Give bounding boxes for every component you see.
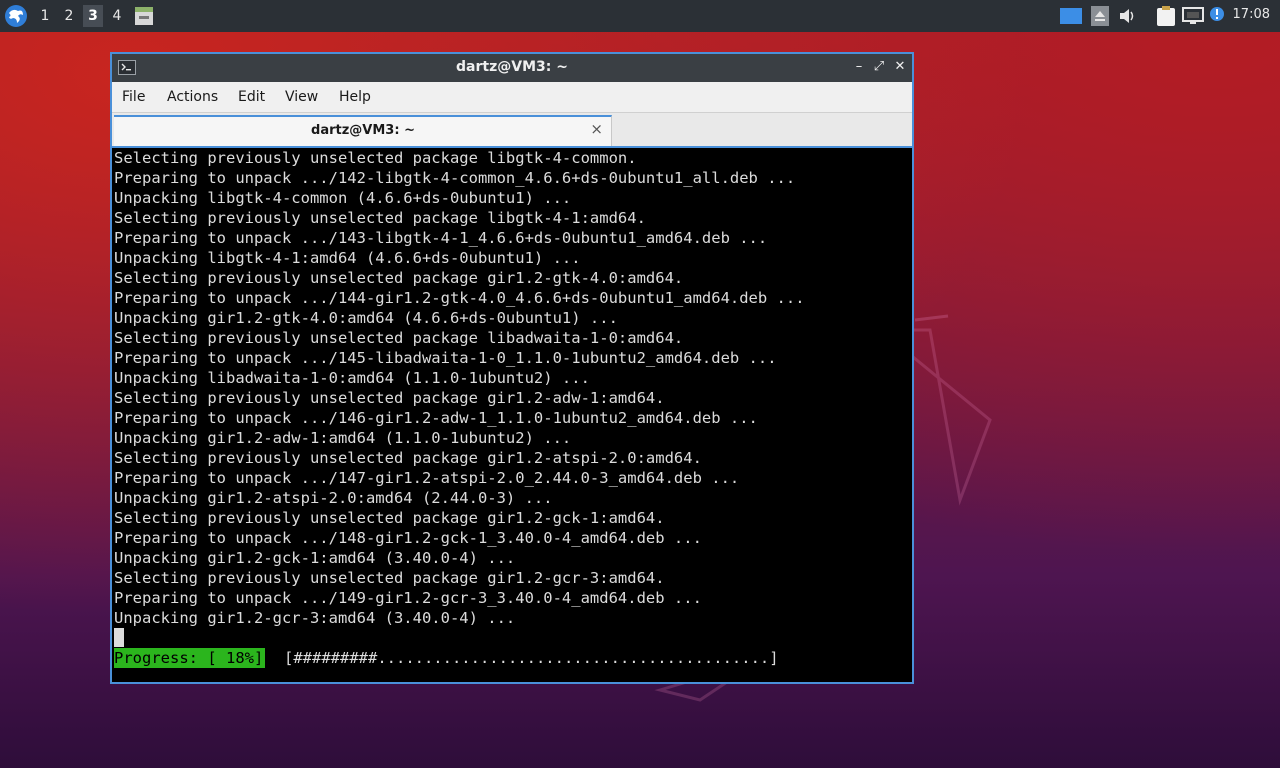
window-titlebar[interactable]: dartz@VM3: ~ – ⤢ ✕ (112, 54, 912, 82)
menu-edit[interactable]: Edit (238, 89, 265, 105)
terminal-line: Preparing to unpack .../144-gir1.2-gtk-4… (114, 289, 805, 307)
window-title: dartz@VM3: ~ (456, 59, 568, 75)
terminal-line: Selecting previously unselected package … (114, 389, 665, 407)
terminal-line: Preparing to unpack .../143-libgtk-4-1_4… (114, 229, 768, 247)
workspace-2[interactable]: 2 (59, 5, 79, 27)
terminal-line: Selecting previously unselected package … (114, 509, 665, 527)
terminal-line: Unpacking gir1.2-adw-1:amd64 (1.1.0-1ubu… (114, 429, 572, 447)
terminal-line: Selecting previously unselected package … (114, 329, 684, 347)
terminal-line: Selecting previously unselected package … (114, 209, 646, 227)
panel-clock[interactable]: 17:08 (1233, 7, 1270, 22)
progress-bar: [#########..............................… (284, 649, 779, 667)
terminal-line: Selecting previously unselected package … (114, 569, 665, 587)
menu-bar: File Actions Edit View Help (112, 82, 912, 112)
terminal-line: Unpacking libgtk-4-common (4.6.6+ds-0ubu… (114, 189, 572, 207)
window-button-icon[interactable] (134, 6, 154, 26)
terminal-line: Selecting previously unselected package … (114, 269, 684, 287)
terminal-line: Preparing to unpack .../147-gir1.2-atspi… (114, 469, 740, 487)
terminal-line: Selecting previously unselected package … (114, 449, 702, 467)
terminal-line: Unpacking gir1.2-gcr-3:amd64 (3.40.0-4) … (114, 609, 516, 627)
tab-terminal[interactable]: dartz@VM3: ~ × (114, 115, 612, 146)
terminal-line: Preparing to unpack .../142-libgtk-4-com… (114, 169, 796, 187)
progress-label: Progress: [ 18%] (114, 648, 266, 668)
network-icon[interactable] (1182, 7, 1204, 25)
tab-label: dartz@VM3: ~ (311, 123, 415, 138)
workspace-3[interactable]: 3 (83, 5, 103, 27)
terminal-line: Unpacking libadwaita-1-0:amd64 (1.1.0-1u… (114, 369, 590, 387)
terminal-window: dartz@VM3: ~ – ⤢ ✕ File Actions Edit Vie… (110, 52, 914, 684)
workspace-4[interactable]: 4 (107, 5, 127, 27)
clipboard-icon[interactable] (1156, 5, 1176, 27)
terminal-line: Preparing to unpack .../146-gir1.2-adw-1… (114, 409, 758, 427)
terminal-line: Unpacking gir1.2-atspi-2.0:amd64 (2.44.0… (114, 489, 553, 507)
menu-help[interactable]: Help (339, 89, 371, 105)
display-icon[interactable] (1060, 8, 1082, 24)
terminal-line: Unpacking gir1.2-gck-1:amd64 (3.40.0-4) … (114, 549, 516, 567)
terminal-line: Preparing to unpack .../145-libadwaita-1… (114, 349, 777, 367)
menu-view[interactable]: View (285, 89, 318, 105)
menu-file[interactable]: File (122, 89, 145, 105)
notification-icon[interactable] (1209, 6, 1227, 24)
terminal-line: Preparing to unpack .../149-gir1.2-gcr-3… (114, 589, 702, 607)
eject-icon[interactable] (1091, 6, 1109, 26)
close-button[interactable]: ✕ (891, 58, 909, 76)
terminal-line: Unpacking libgtk-4-1:amd64 (4.6.6+ds-0ub… (114, 249, 581, 267)
terminal-line: Unpacking gir1.2-gtk-4.0:amd64 (4.6.6+ds… (114, 309, 618, 327)
top-panel: 1 2 3 4 17:08 (0, 0, 1280, 32)
whisker-menu-icon[interactable] (4, 4, 28, 28)
terminal-cursor (114, 628, 124, 647)
terminal-line: Preparing to unpack .../148-gir1.2-gck-1… (114, 529, 702, 547)
workspace-1[interactable]: 1 (35, 5, 55, 27)
minimize-button[interactable]: – (850, 58, 868, 76)
terminal-line: Selecting previously unselected package … (114, 149, 637, 167)
terminal-output[interactable]: Selecting previously unselected package … (112, 146, 912, 682)
tab-bar: dartz@VM3: ~ × (112, 112, 912, 146)
volume-icon[interactable] (1119, 8, 1137, 24)
maximize-button[interactable]: ⤢ (870, 58, 888, 76)
tab-close-icon[interactable]: × (590, 120, 603, 138)
menu-actions[interactable]: Actions (167, 89, 218, 105)
